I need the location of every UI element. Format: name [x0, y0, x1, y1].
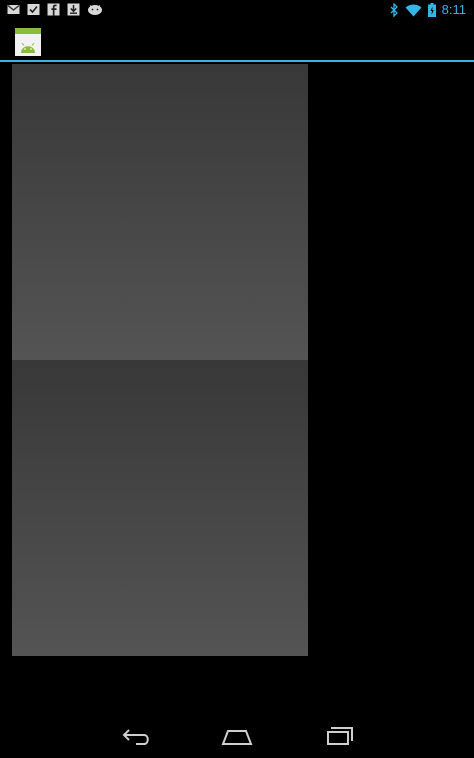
battery-icon — [427, 3, 436, 17]
status-bar: 8:11 — [0, 0, 474, 20]
back-icon[interactable] — [114, 722, 158, 750]
gradient-panel-bottom — [12, 360, 308, 656]
facebook-icon — [47, 3, 60, 16]
content-area — [0, 64, 474, 712]
gmail-icon — [7, 4, 20, 14]
download-icon — [67, 3, 80, 16]
action-bar — [0, 20, 474, 62]
wifi-icon — [405, 4, 422, 16]
navigation-bar — [0, 712, 474, 758]
gradient-panel-top — [12, 64, 308, 360]
system-icons: 8:11 — [390, 1, 466, 19]
status-time: 8:11 — [441, 2, 466, 17]
home-icon[interactable] — [215, 722, 259, 750]
android-app-icon[interactable] — [14, 27, 42, 57]
android-debug-icon — [88, 5, 102, 15]
notification-icons — [7, 3, 103, 16]
tasks-icon — [27, 4, 40, 15]
action-bar-divider — [0, 60, 474, 62]
recents-icon[interactable] — [316, 722, 360, 750]
bluetooth-icon — [390, 3, 398, 17]
